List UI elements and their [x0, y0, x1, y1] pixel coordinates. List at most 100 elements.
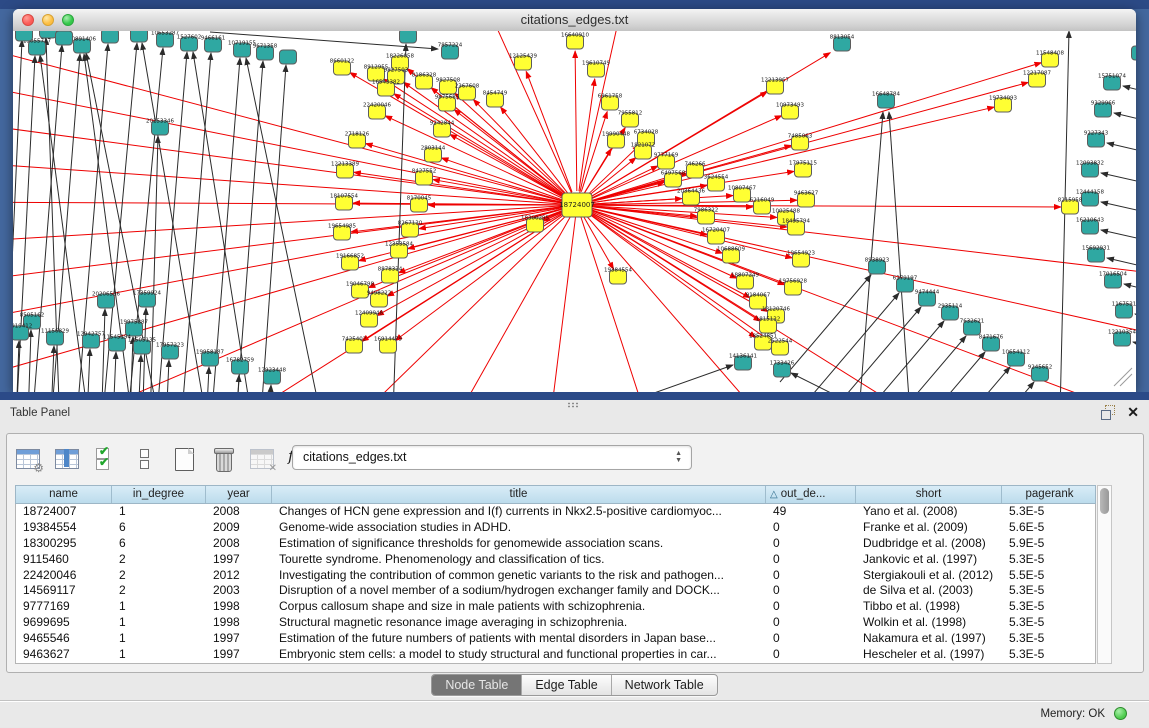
- table-selector-dropdown[interactable]: citations_edges.txt ▲▼: [292, 445, 692, 470]
- graph-edge: [135, 355, 141, 392]
- table-row[interactable]: 1938455462009Genome-wide association stu…: [16, 520, 1095, 536]
- graph-edge: [127, 337, 133, 392]
- panel-splitter-handle[interactable]: [567, 402, 579, 408]
- graph-node-label: 12444158: [1076, 190, 1104, 196]
- graph-node-label: 8938923: [865, 258, 890, 264]
- graph-node[interactable]: [131, 31, 148, 42]
- graph-node-label: 1815132: [756, 317, 781, 323]
- graph-edge: [1107, 143, 1136, 190]
- graph-node-label: 19610749: [582, 61, 610, 67]
- graph-node-label: 2367608: [455, 84, 480, 90]
- graph-edge: [808, 293, 899, 392]
- scrollbar-thumb[interactable]: [1100, 488, 1109, 514]
- column-header-in_degree[interactable]: in_degree: [112, 486, 206, 503]
- graph-node-label: 19958187: [196, 350, 224, 356]
- graph-node-label: 19654985: [328, 224, 356, 230]
- graph-node-label: 10654112: [1002, 350, 1030, 356]
- graph-node-label: 14136141: [729, 354, 757, 360]
- graph-node-label: 20153346: [146, 119, 174, 125]
- graph-node-label: 9329966: [1091, 101, 1116, 107]
- graph-node-label: 8471676: [979, 335, 1004, 341]
- network-view-window[interactable]: citations_edges.txt 19055717208914061065…: [13, 9, 1136, 392]
- graph-node-label: 12213389: [331, 162, 359, 168]
- graph-node-label: 12923448: [258, 368, 286, 374]
- graph-node-label: 18724007: [559, 201, 595, 209]
- memory-status-label: Memory: OK: [1040, 708, 1105, 720]
- tab-edge-table[interactable]: Edge Table: [522, 675, 611, 695]
- column-header-title[interactable]: title: [272, 486, 766, 503]
- table-settings-icon[interactable]: ⚙: [15, 447, 41, 471]
- graph-node-label: 7632621: [960, 319, 985, 325]
- graph-node[interactable]: [280, 50, 297, 64]
- column-header-name[interactable]: name: [16, 486, 112, 503]
- window-titlebar[interactable]: citations_edges.txt: [13, 9, 1136, 32]
- graph-node-label: 17016504: [1099, 272, 1127, 278]
- graph-node-label: 12210354: [1108, 330, 1136, 336]
- graph-node-label: 18107554: [330, 194, 358, 200]
- graph-node[interactable]: [1132, 46, 1137, 60]
- graph-edge: [1135, 314, 1136, 361]
- graph-node-label: 9498222: [367, 291, 392, 297]
- graph-node[interactable]: [102, 31, 119, 43]
- graph-node-label: 6734028: [634, 130, 659, 136]
- graph-node[interactable]: [56, 31, 73, 45]
- graph-node-label: 8505162: [20, 313, 45, 319]
- graph-node-label: 15692931: [1082, 246, 1110, 252]
- graph-node-label: 9227343: [1084, 131, 1109, 137]
- graph-node-label: 2935114: [938, 304, 963, 310]
- network-canvas[interactable]: 1905571720891406106532871527602946616110…: [13, 31, 1136, 392]
- graph-node-label: 22420046: [363, 103, 391, 109]
- float-panel-icon[interactable]: [1101, 405, 1115, 419]
- graph-node-label: 10688609: [717, 247, 745, 253]
- new-document-icon[interactable]: [171, 447, 197, 471]
- graph-edge: [1120, 374, 1132, 386]
- tab-node-table[interactable]: Node Table: [432, 675, 522, 695]
- graph-node-label: 3624554: [704, 175, 729, 181]
- graph-edge: [99, 309, 105, 392]
- graph-node-label: 12409948: [355, 311, 383, 317]
- graph-node[interactable]: [400, 31, 417, 43]
- table-panel-title: Table Panel: [10, 407, 70, 419]
- tab-network-table[interactable]: Network Table: [612, 675, 717, 695]
- graph-node-label: 8170045: [407, 196, 432, 202]
- graph-node-label: 10025488: [772, 209, 800, 215]
- graph-node[interactable]: [16, 31, 33, 41]
- table-row[interactable]: 1872400712008Changes of HCN gene express…: [16, 504, 1095, 520]
- graph-node-label: 7955812: [618, 111, 643, 117]
- table-row[interactable]: 1830029562008Estimation of significance …: [16, 536, 1095, 552]
- table-row[interactable]: 946362711997Embryonic stem cells: a mode…: [16, 647, 1095, 663]
- graph-node-label: 9184067: [746, 293, 771, 299]
- column-header-year[interactable]: year: [206, 486, 272, 503]
- clear-selection-icon[interactable]: [132, 447, 158, 471]
- status-bar: Memory: OK: [0, 700, 1149, 728]
- graph-node-label: 8454749: [483, 91, 508, 97]
- graph-edge: [589, 212, 768, 312]
- graph-node-label: 12942757: [77, 332, 105, 338]
- table-row[interactable]: 911546021997Tourette syndrome. Phenomeno…: [16, 552, 1095, 568]
- show-column-icon[interactable]: [54, 447, 80, 471]
- table-toolbar: ⚙ ✔✔ ✕ f(x) citations_edges.txt ▲▼: [15, 442, 314, 476]
- graph-node-label: 11548408: [1036, 51, 1064, 57]
- table-vertical-scrollbar[interactable]: [1097, 485, 1112, 664]
- select-all-icon[interactable]: ✔✔: [93, 447, 119, 471]
- column-header-pagerank[interactable]: pagerank: [1002, 486, 1097, 503]
- close-panel-icon[interactable]: ✕: [1127, 405, 1139, 419]
- graph-node[interactable]: [40, 31, 57, 38]
- graph-node-label: 16914479: [374, 337, 402, 343]
- graph-node-label: 19756928: [779, 279, 807, 285]
- delete-icon[interactable]: [210, 447, 236, 471]
- graph-node-label: 12213967: [761, 78, 789, 84]
- table-row[interactable]: 969969511998Structural magnetic resonanc…: [16, 615, 1095, 631]
- table-row[interactable]: 977716911998Corpus callosum shape and si…: [16, 599, 1095, 615]
- graph-node-label: 19654923: [787, 251, 815, 257]
- column-header-out_de[interactable]: △out_de...: [766, 486, 856, 503]
- graph-node-label: 8427552: [412, 169, 437, 175]
- column-header-short[interactable]: short: [856, 486, 1002, 503]
- table-row[interactable]: 2242004622012Investigating the contribut…: [16, 568, 1095, 584]
- graph-node-label: 20206536: [92, 292, 120, 298]
- graph-node-label: 1733426: [770, 361, 795, 367]
- table-row[interactable]: 946554611997Estimation of the future num…: [16, 631, 1095, 647]
- table-row[interactable]: 1456911722003Disruption of a novel membe…: [16, 583, 1095, 599]
- graph-node-label: 8660122: [330, 59, 355, 65]
- graph-node-label: 19384554: [604, 268, 632, 274]
